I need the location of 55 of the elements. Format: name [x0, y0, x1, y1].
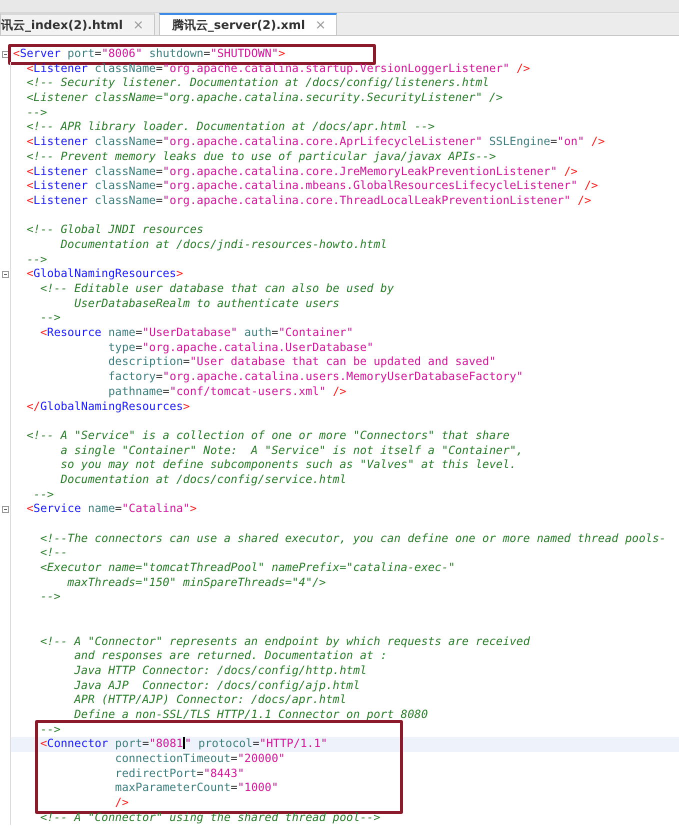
tab-label: 讯云_index(2).html	[1, 16, 123, 34]
code-line: Documentation at /docs/config/service.html	[60, 472, 348, 488]
code-line: -->	[26, 106, 48, 120]
file-tab[interactable]: 讯云_index(2).html ×	[0, 13, 155, 35]
code-line: <Listener className="org.apache.catalina.core.ThreadLocalLeakPreventionListener" />	[26, 194, 592, 209]
code-line: -->	[26, 252, 48, 268]
code-line: Documentation at /docs/jndi-resources-howto.html	[60, 238, 388, 253]
code-line: -->	[39, 722, 62, 738]
code-line: -->	[39, 590, 62, 606]
code-line: -->	[39, 311, 62, 326]
text-cursor	[183, 737, 185, 750]
code-line: Java AJP Connector: /docs/config/ajp.html	[73, 678, 361, 694]
code-line: type="org.apache.catalina.UserDatabase"	[107, 340, 374, 356]
code-line: <!--	[39, 546, 68, 562]
code-line: <!-- A "Connector" using the shared thread pool-->	[39, 810, 382, 826]
code-line: maxParameterCount="1000"	[114, 781, 280, 796]
code-line: <Resource name="UserDatabase" auth="Container"	[39, 326, 354, 341]
code-line: />	[114, 796, 130, 811]
code-line: <!-- Prevent memory leaks due to use of particular java/javax APIs-->	[26, 150, 497, 164]
code-line: <Listener className="org.apache.catalina.security.SecurityListener" />	[26, 91, 504, 106]
code-line: <Listener className="org.apache.catalina.mbeans.GlobalResourcesLifecycleListener" />	[26, 179, 599, 194]
code-line: <Listener className="org.apache.catalina.startup.VersionLoggerListener" />	[26, 62, 531, 76]
code-line: redirectPort="8443"	[114, 766, 246, 782]
code-line: <!-- Editable user database that can also be used by	[39, 282, 395, 297]
tab-label: 腾讯云_server(2).xml	[172, 16, 306, 34]
code-line: <!-- Global JNDI resources	[26, 223, 204, 238]
code-line: <!-- APR library loader. Documentation at /docs/apr.html -->	[26, 120, 436, 136]
code-line: connectionTimeout="20000"	[114, 752, 286, 767]
code-line: <Service name="Catalina">	[26, 502, 198, 517]
code-line: <Executor name="tomcatThreadPool" namePrefix="catalina-exec-"	[39, 561, 456, 576]
code-line: UserDatabaseRealm to authenticate users	[73, 296, 340, 312]
code-line: <Server port="8006" shutdown="SHUTDOWN">	[12, 47, 286, 62]
collapse-icon[interactable]	[2, 50, 8, 58]
file-tab[interactable]: 腾讯云_server(2).xml ×	[158, 13, 338, 35]
code-line: pathname="conf/tomcat-users.xml" />	[107, 384, 348, 400]
code-line: </GlobalNamingResources>	[26, 400, 191, 414]
code-line: and responses are returned. Documentation at :	[73, 649, 388, 664]
code-line: -->	[32, 488, 55, 502]
code-line: maxThreads="150" minSpareThreads="4"/>	[66, 576, 327, 590]
code-line: Define a non-SSL/TLS HTTP/1.1 Connector on port 8080	[73, 708, 429, 723]
code-line: factory="org.apache.catalina.users.MemoryUserDatabaseFactory"	[107, 370, 524, 385]
code-line: description="User database that can be updated and saved"	[107, 355, 497, 370]
code-line: <!-- Security listener. Documentation at /docs/config/listeners.html	[26, 76, 490, 92]
code-line: a single "Container" Note: A "Service" is not itself a "Container",	[60, 444, 524, 458]
code-line: <GlobalNamingResources>	[26, 267, 184, 282]
code-line: <Listener className="org.apache.catalina.core.JreMemoryLeakPreventionListener" />	[26, 164, 579, 180]
code-line: <!-- A "Service" is a collection of one or more "Connectors" that share	[26, 428, 510, 444]
code-line: <!--The connectors can use a shared executor, you can define one or more named thread pools-	[39, 532, 667, 546]
collapse-icon[interactable]	[2, 506, 8, 514]
code-line: Java HTTP Connector: /docs/config/http.html	[73, 664, 368, 679]
collapse-icon[interactable]	[2, 271, 8, 278]
code-line: so you may not define subcomponents such as "Valves" at this level.	[60, 458, 518, 473]
code-line: APR (HTTP/AJP) Connector: /docs/apr.html	[72, 693, 348, 708]
code-line: <!-- A "Connector" represents an endpoint by which requests are received	[39, 634, 531, 650]
code-line: <Listener className="org.apache.catalina.core.AprLifecycleListener" SSLEngine="on" />	[26, 135, 606, 150]
